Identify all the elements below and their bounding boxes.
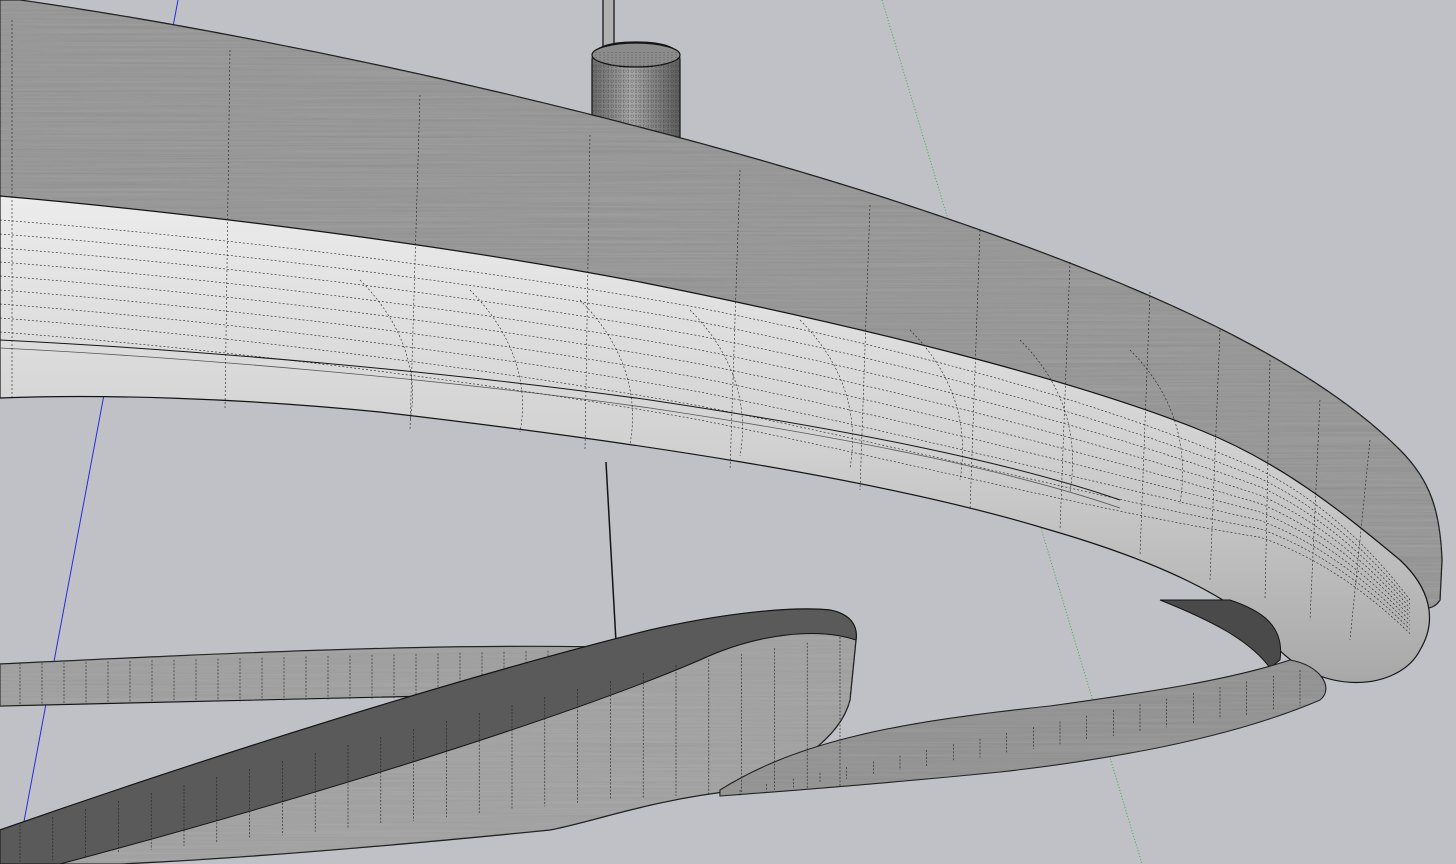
- lower-ring-front[interactable]: [0, 608, 1327, 864]
- upper-ring[interactable]: [0, 0, 1443, 683]
- modeling-viewport[interactable]: [0, 0, 1456, 864]
- suspension-cable-upper[interactable]: [602, 0, 615, 48]
- 3d-scene-canvas[interactable]: [0, 0, 1456, 864]
